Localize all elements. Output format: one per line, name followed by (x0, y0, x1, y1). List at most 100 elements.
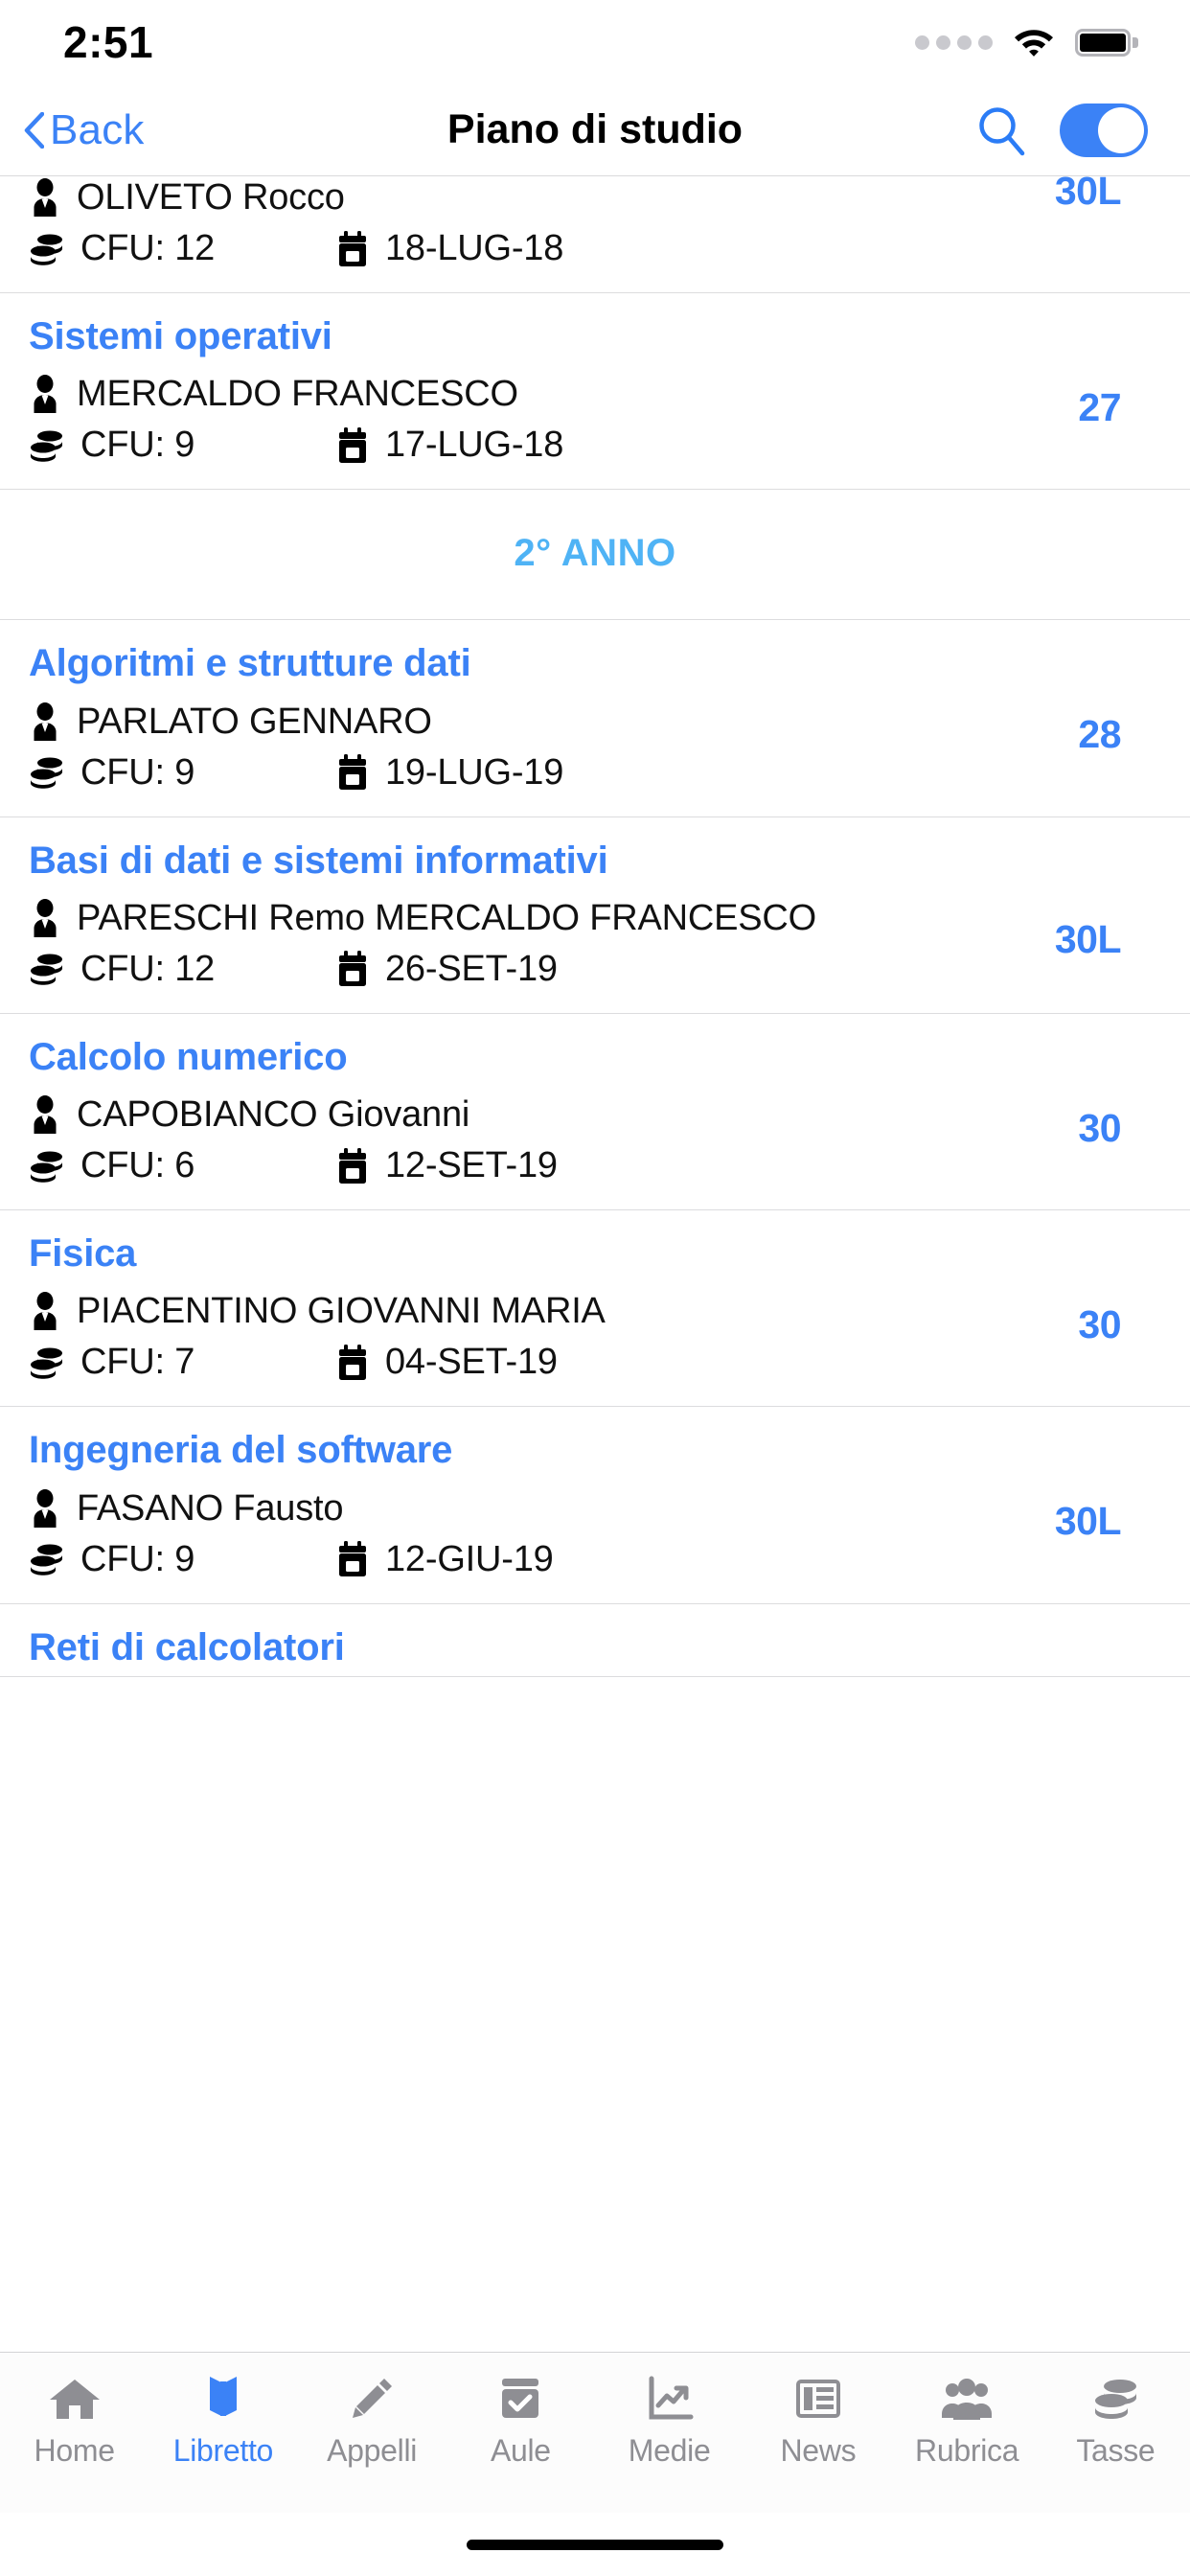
grade-badge: 28 (1078, 712, 1121, 757)
tab-home-label: Home (34, 2433, 115, 2468)
tab-news-label: News (780, 2433, 857, 2468)
people-icon (940, 2374, 994, 2424)
grade-badge: 30L (1054, 176, 1122, 213)
view-toggle-switch[interactable] (1060, 103, 1148, 157)
coins-icon (29, 754, 65, 791)
list-item[interactable]: Fisica 30 PIACENTINO GIOVANNI MARIA CFU:… (0, 1210, 1190, 1408)
cfu-value: CFU: 9 (80, 1538, 195, 1579)
grade-badge: 27 (1078, 385, 1121, 430)
course-title: Ingegneria del software (29, 1429, 453, 1472)
calendar-icon (335, 950, 370, 988)
grade-badge: 30 (1078, 1105, 1121, 1150)
coins-icon (29, 1148, 65, 1184)
exam-date: 17-LUG-18 (385, 425, 564, 466)
calendar-check-icon (493, 2374, 547, 2424)
calendar-icon (335, 753, 370, 792)
exam-date: 12-GIU-19 (385, 1538, 554, 1579)
exam-date: 26-SET-19 (385, 948, 558, 989)
tab-rubrica-label: Rubrica (915, 2433, 1019, 2468)
list-item[interactable]: Calcolo numerico 30 CAPOBIANCO Giovanni (0, 1013, 1190, 1211)
person-icon (29, 178, 61, 217)
cfu-value: CFU: 9 (80, 425, 195, 466)
tab-tasse[interactable]: Tasse (1041, 2374, 1190, 2469)
professor-name: PIACENTINO GIOVANNI MARIA (77, 1291, 606, 1332)
cfu-value: CFU: 12 (80, 948, 216, 989)
app-screen: 2:51 Back Piano di studio 30L OLIVETO Ro… (0, 0, 1190, 2576)
person-icon (29, 1488, 61, 1528)
calendar-icon (335, 1147, 370, 1185)
cfu-value: CFU: 12 (80, 228, 216, 269)
toggle-knob (1098, 106, 1144, 153)
tab-rubrica[interactable]: Rubrica (893, 2374, 1041, 2469)
professor-name: FASANO Fausto (77, 1487, 344, 1529)
course-title: Fisica (29, 1232, 137, 1276)
course-title: Calcolo numerico (29, 1035, 348, 1078)
calendar-icon (335, 1540, 370, 1578)
tab-medie-label: Medie (628, 2433, 711, 2468)
cfu-value: CFU: 9 (80, 751, 195, 793)
tab-tasse-label: Tasse (1076, 2433, 1156, 2468)
grade-badge: 30L (1054, 916, 1122, 961)
coins-icon (29, 231, 65, 267)
back-button-label: Back (50, 105, 145, 153)
exam-date: 04-SET-19 (385, 1342, 558, 1383)
professor-name: PARLATO GENNARO (77, 701, 432, 742)
tab-medie[interactable]: Medie (595, 2374, 744, 2469)
tab-aule-label: Aule (490, 2433, 551, 2468)
person-icon (29, 1292, 61, 1331)
signal-dots-icon (915, 34, 993, 50)
book-icon (196, 2374, 250, 2424)
person-icon (29, 375, 61, 414)
calendar-icon (335, 230, 370, 268)
tab-home[interactable]: Home (0, 2374, 149, 2469)
chevron-left-icon (23, 111, 44, 149)
newspaper-icon (791, 2374, 845, 2424)
chart-line-icon (643, 2374, 697, 2424)
professor-name: MERCALDO FRANCESCO (77, 374, 518, 415)
coins-icon (1088, 2374, 1142, 2424)
calendar-icon (335, 426, 370, 465)
home-indicator[interactable] (467, 2539, 723, 2550)
tab-news[interactable]: News (744, 2374, 892, 2469)
list-item[interactable]: Algoritmi e strutture dati 28 PARLATO GE… (0, 620, 1190, 817)
course-title: Algoritmi e strutture dati (29, 642, 471, 685)
status-bar: 2:51 (0, 0, 1190, 84)
exam-list[interactable]: 30L OLIVETO Rocco CFU: 12 18-LUG-18 Sist… (0, 176, 1190, 2352)
year-section-header: 2° ANNO (0, 490, 1190, 621)
person-icon (29, 1095, 61, 1135)
list-item[interactable]: Basi di dati e sistemi informativi 30L P… (0, 816, 1190, 1014)
wifi-icon (1014, 28, 1054, 58)
navigation-bar: Back Piano di studio (0, 84, 1190, 176)
pencil-icon (345, 2374, 399, 2424)
tab-bar: Home Libretto Appelli Aule Medie News Ru… (0, 2352, 1190, 2513)
list-item[interactable]: Reti di calcolatori (0, 1603, 1190, 1677)
tab-libretto-label: Libretto (172, 2433, 274, 2468)
home-icon (48, 2374, 102, 2424)
cfu-value: CFU: 7 (80, 1342, 195, 1383)
professor-name: CAPOBIANCO Giovanni (77, 1094, 470, 1136)
back-button[interactable]: Back (23, 106, 145, 154)
professor-name: OLIVETO Rocco (77, 177, 345, 218)
tab-aule[interactable]: Aule (446, 2374, 595, 2469)
grade-badge: 30 (1078, 1302, 1121, 1347)
coins-icon (29, 427, 65, 464)
list-item[interactable]: Sistemi operativi 27 MERCALDO FRANCESCO (0, 293, 1190, 491)
exam-date: 19-LUG-19 (385, 751, 564, 793)
year-section-label: 2° ANNO (514, 532, 676, 575)
person-icon (29, 702, 61, 741)
professor-name: PARESCHI Remo MERCALDO FRANCESCO (77, 897, 817, 938)
cfu-value: CFU: 6 (80, 1145, 195, 1186)
list-item[interactable]: 30L OLIVETO Rocco CFU: 12 18-LUG-18 (0, 176, 1190, 294)
tab-libretto[interactable]: Libretto (149, 2374, 297, 2469)
course-title: Basi di dati e sistemi informativi (29, 839, 608, 882)
coins-icon (29, 1345, 65, 1381)
search-icon[interactable] (975, 104, 1027, 156)
course-title: Reti di calcolatori (29, 1625, 345, 1668)
tab-appelli[interactable]: Appelli (298, 2374, 446, 2469)
battery-full-icon (1075, 28, 1138, 57)
list-item[interactable]: Ingegneria del software 30L FASANO Faust… (0, 1407, 1190, 1604)
calendar-icon (335, 1344, 370, 1382)
course-title: Sistemi operativi (29, 315, 332, 358)
coins-icon (29, 951, 65, 987)
status-bar-time: 2:51 (63, 17, 154, 67)
